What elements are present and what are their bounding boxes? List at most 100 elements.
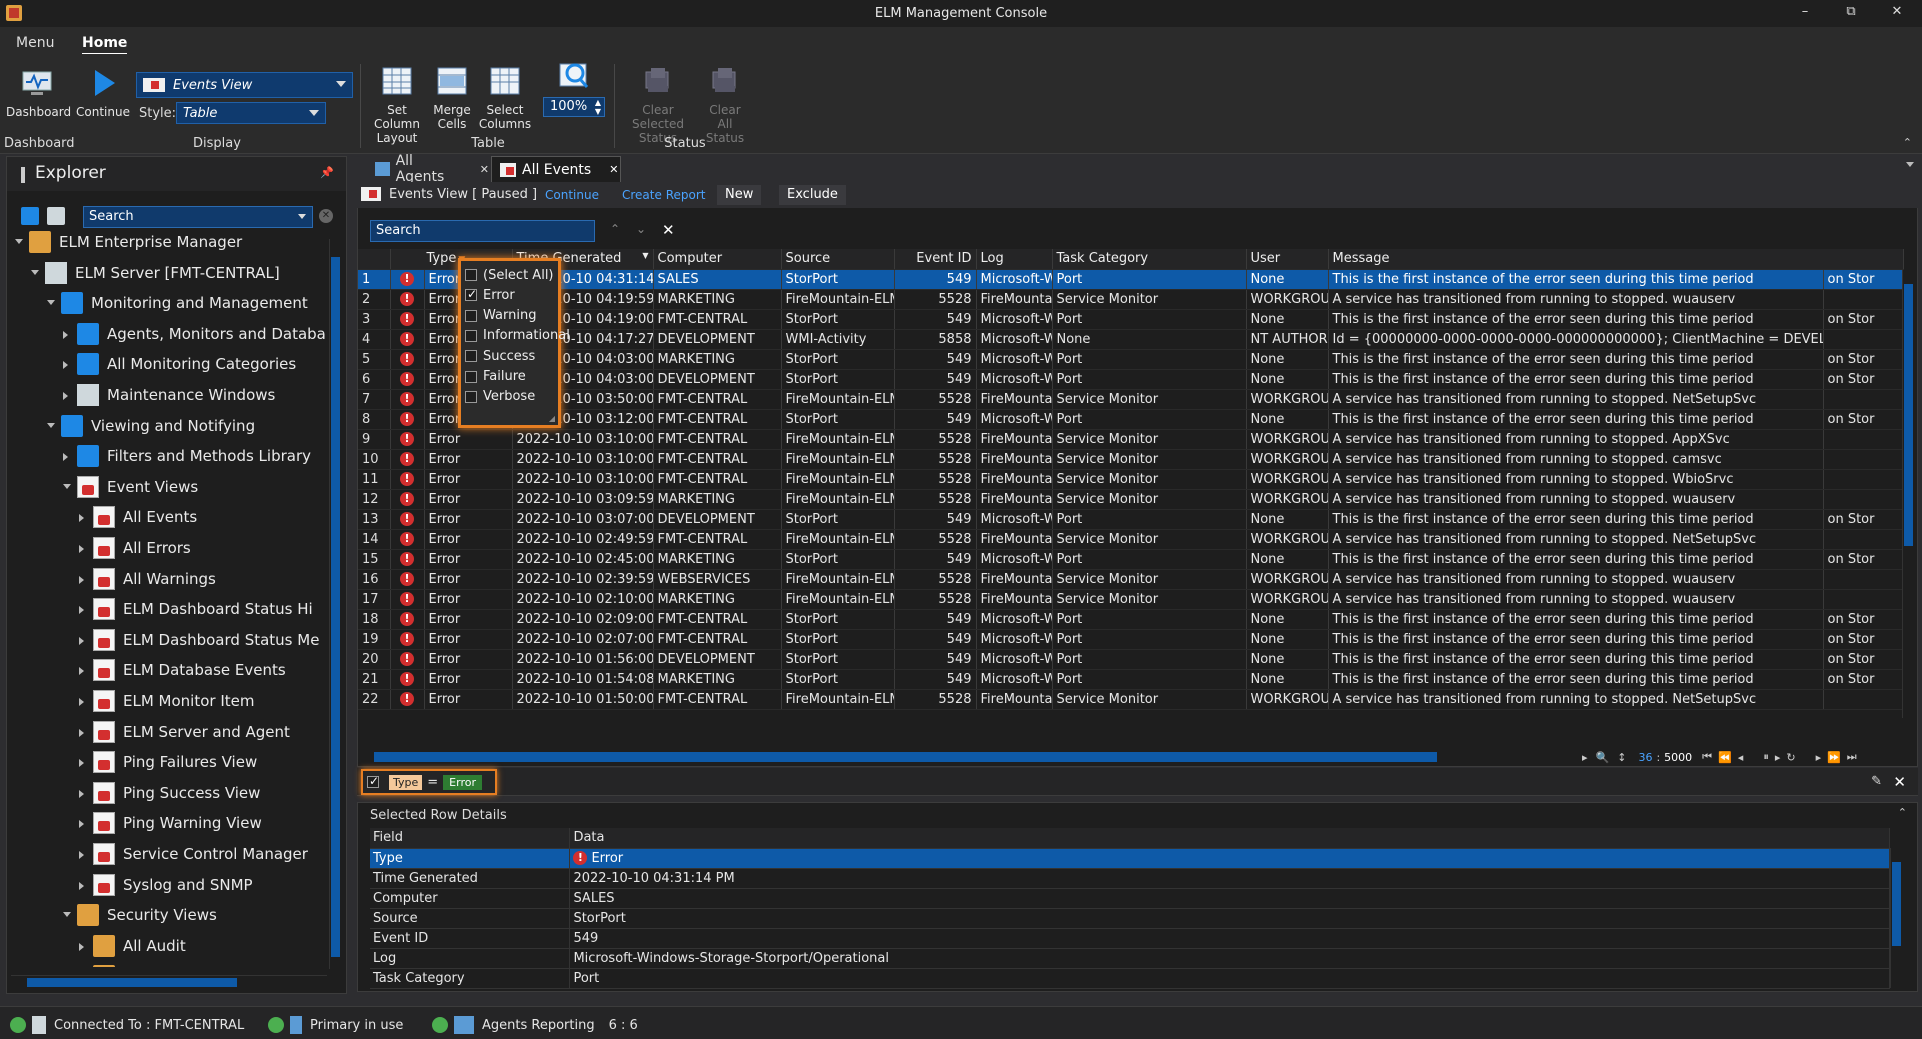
grid-cell-event-id[interactable]: 549	[894, 649, 977, 670]
table-row[interactable]: 11! Error 2022-10-10 03:10:00 FMT-CENTRAL Fi…	[358, 469, 1904, 490]
grid-cell-task-category[interactable]: Port	[1052, 309, 1247, 330]
grid-cell-type-icon[interactable]: !	[390, 309, 425, 330]
grid-cell-source[interactable]: StorPort	[781, 509, 895, 530]
grid-cell-task-category[interactable]: Service Monitor	[1052, 289, 1247, 310]
grid-cell-source[interactable]: StorPort	[781, 649, 895, 670]
refresh-icon[interactable]: ↻	[1786, 751, 1795, 764]
grid-cell-message-extra[interactable]: on Stor	[1823, 649, 1904, 670]
grid-cell-source[interactable]: StorPort	[781, 349, 895, 370]
table-row[interactable]: 22! Error 2022-10-10 01:50:00 FMT-CENTRAL Fi…	[358, 689, 1904, 710]
grid-cell-source[interactable]: StorPort	[781, 309, 895, 330]
grid-cell-computer[interactable]: FMT-CENTRAL	[653, 409, 782, 430]
grid-cell-event-id[interactable]: 549	[894, 629, 977, 650]
expand-arrow-icon[interactable]	[63, 361, 68, 370]
expand-arrow-icon[interactable]	[79, 789, 84, 798]
grid-cell-message-extra[interactable]: on Stor	[1823, 309, 1904, 330]
zoom-input[interactable]: 100% ▲ ▼	[543, 97, 605, 117]
next-fast-icon[interactable]: ⏩	[1827, 751, 1841, 764]
grid-cell-message[interactable]: A service has transitioned from running …	[1328, 569, 1824, 590]
grid-cell-task-category[interactable]: Service Monitor	[1052, 569, 1247, 590]
view-select[interactable]: Events View	[136, 72, 353, 98]
tree-item[interactable]: All Warnings	[79, 564, 216, 594]
table-row[interactable]: 20! Error 2022-10-10 01:56:00 DEVELOPMENT St…	[358, 649, 1904, 670]
grid-cell-event-id[interactable]: 5528	[894, 469, 977, 490]
grid-cell-type[interactable]: Error	[424, 669, 513, 690]
expand-arrow-icon[interactable]	[79, 575, 84, 584]
grid-cell-user[interactable]: WORKGROU	[1246, 569, 1329, 590]
grid-cell-event-id[interactable]: 5858	[894, 329, 977, 350]
grid-cell-time[interactable]: 2022-10-10 02:07:00	[512, 629, 654, 650]
grid-cell-event-id[interactable]: 5528	[894, 589, 977, 610]
grid-cell-computer[interactable]: DEVELOPMENT	[653, 649, 782, 670]
filter-option-checkbox[interactable]	[465, 269, 477, 281]
grid-cell-message[interactable]: A service has transitioned from running …	[1328, 689, 1824, 710]
grid-cell-message[interactable]: This is the first instance of the error …	[1328, 369, 1824, 390]
grid-cell-source[interactable]: FireMountain-ELM	[781, 529, 895, 550]
grid-cell-log[interactable]: FireMounta	[976, 489, 1053, 510]
grid-cell-event-id[interactable]: 5528	[894, 289, 977, 310]
grid-cell-row-number[interactable]: 2	[358, 289, 391, 310]
grid-cell-message-extra[interactable]	[1823, 449, 1904, 470]
resize-grip-icon[interactable]: ◢	[549, 414, 555, 423]
zoom-control[interactable]: 100% ▲ ▼	[542, 60, 606, 117]
grid-cell-source[interactable]: FireMountain-ELM	[781, 389, 895, 410]
grid-cell-user[interactable]: WORKGROU	[1246, 469, 1329, 490]
grid-cell-message-extra[interactable]: on Stor	[1823, 629, 1904, 650]
grid-cell-log[interactable]: FireMounta	[976, 289, 1053, 310]
grid-cell-user[interactable]: WORKGROU	[1246, 429, 1329, 450]
grid-cell-computer[interactable]: MARKETING	[653, 349, 782, 370]
grid-cell-log[interactable]: Microsoft-W	[976, 269, 1053, 290]
grid-cell-source[interactable]: StorPort	[781, 549, 895, 570]
tab-home[interactable]: Home	[82, 35, 128, 55]
table-row[interactable]: 6! Error 2022-10-10 04:03:00 DEVELOPMENT Sto…	[358, 369, 1904, 390]
expand-arrow-icon[interactable]	[63, 392, 68, 400]
grid-cell-event-id[interactable]: 5528	[894, 529, 977, 550]
tree-item[interactable]: ELM Enterprise Manager	[15, 227, 242, 257]
grid-cell-message-extra[interactable]: on Stor	[1823, 549, 1904, 570]
grid-cell-user[interactable]: WORKGROU	[1246, 589, 1329, 610]
grid-cell-log[interactable]: FireMounta	[976, 569, 1053, 590]
grid-cell-log[interactable]: Microsoft-W	[976, 369, 1053, 390]
grid-cell-type[interactable]: Error	[424, 489, 513, 510]
tab-all-events[interactable]: All Events ✕	[491, 156, 621, 182]
grid-cell-user[interactable]: None	[1246, 549, 1329, 570]
expand-arrow-icon[interactable]	[79, 514, 84, 523]
grid-cell-message-extra[interactable]	[1823, 389, 1904, 410]
column-header-source[interactable]: Source	[781, 249, 895, 270]
tree-item[interactable]: Ping Success View	[79, 778, 260, 808]
grid-cell-row-number[interactable]: 20	[358, 649, 391, 670]
grid-cell-message-extra[interactable]: on Stor	[1823, 369, 1904, 390]
grid-cell-user[interactable]: WORKGROU	[1246, 389, 1329, 410]
grid-cell-source[interactable]: StorPort	[781, 669, 895, 690]
close-tab-icon[interactable]: ✕	[480, 163, 489, 176]
grid-cell-type[interactable]: Error	[424, 569, 513, 590]
grid-cell-log[interactable]: FireMounta	[976, 529, 1053, 550]
grid-cell-time[interactable]: 2022-10-10 02:45:00	[512, 549, 654, 570]
grid-cell-message[interactable]: This is the first instance of the error …	[1328, 309, 1824, 330]
table-row[interactable]: 12! Error 2022-10-10 03:09:59 MARKETING Fire…	[358, 489, 1904, 510]
grid-cell-row-number[interactable]: 22	[358, 689, 391, 710]
grid-cell-message-extra[interactable]	[1823, 489, 1904, 510]
grid-cell-row-number[interactable]: 9	[358, 429, 391, 450]
grid-cell-computer[interactable]: MARKETING	[653, 289, 782, 310]
tab-all-agents[interactable]: All Agents ✕	[367, 153, 489, 185]
grid-cell-row-number[interactable]: 14	[358, 529, 391, 550]
tree-item[interactable]: Ping Warning View	[79, 808, 262, 838]
grid-cell-task-category[interactable]: Service Monitor	[1052, 469, 1247, 490]
search-up-icon[interactable]: ⌃	[610, 222, 620, 236]
grid-cell-source[interactable]: StorPort	[781, 629, 895, 650]
first-page-icon[interactable]: ⏮	[1702, 750, 1712, 764]
table-row[interactable]: 19! Error 2022-10-10 02:07:00 FMT-CENTRAL St…	[358, 629, 1904, 650]
tree-item[interactable]: All Failures	[93, 961, 204, 967]
grid-cell-message-extra[interactable]: on Stor	[1823, 609, 1904, 630]
grid-cell-type-icon[interactable]: !	[390, 329, 425, 350]
grid-cell-user[interactable]: None	[1246, 369, 1329, 390]
tree-item[interactable]: All Events	[79, 502, 197, 532]
grid-cell-task-category[interactable]: Service Monitor	[1052, 529, 1247, 550]
grid-cell-type-icon[interactable]: !	[390, 389, 425, 410]
grid-cell-source[interactable]: WMI-Activity	[781, 329, 895, 350]
grid-cell-time[interactable]: 2022-10-10 01:50:00	[512, 689, 654, 710]
style-select[interactable]: Table	[176, 102, 326, 124]
tree-item[interactable]: Security Views	[63, 900, 217, 930]
tree-vertical-scrollbar[interactable]	[329, 239, 341, 969]
